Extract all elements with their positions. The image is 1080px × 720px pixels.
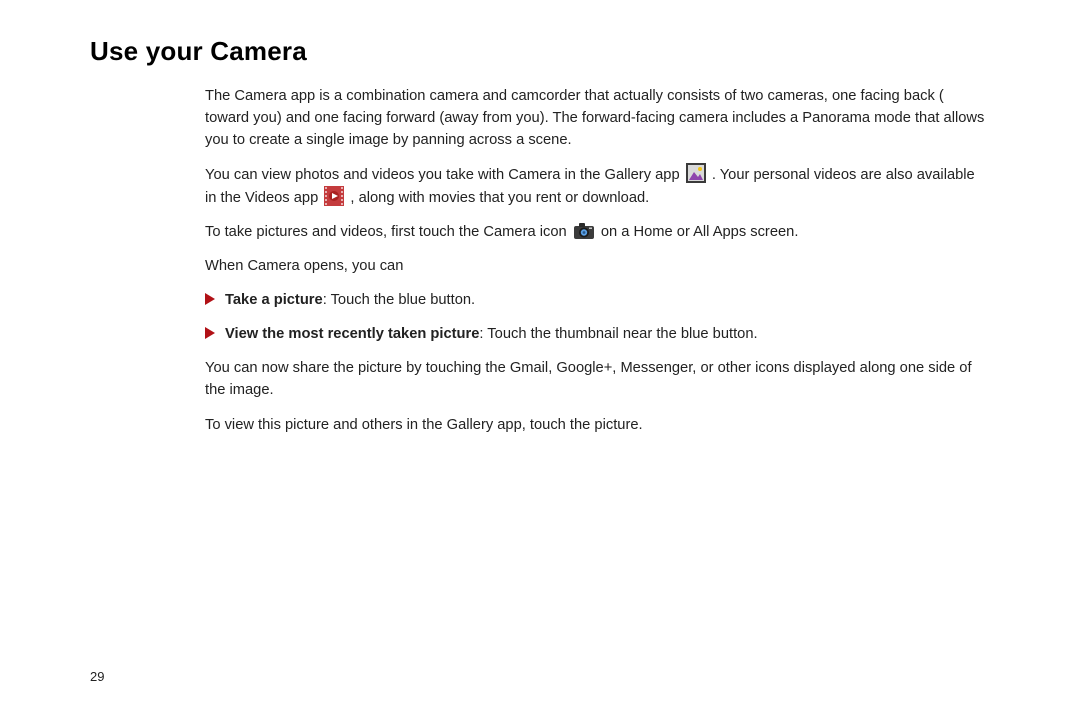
view-gallery-paragraph: To view this picture and others in the G… [205,414,990,436]
bullet-rest: : Touch the blue button. [323,292,475,308]
bullet-bold: View the most recently taken picture [225,326,479,342]
when-opens-paragraph: When Camera opens, you can [205,255,990,277]
intro-paragraph: The Camera app is a combination camera a… [205,85,990,151]
videos-app-icon [324,186,344,206]
camera-launch-paragraph: To take pictures and videos, first touch… [205,221,990,243]
p2c: , along with movies that you rent or dow… [350,190,649,206]
bullet-text: Take a picture: Touch the blue button. [225,289,990,311]
p3a: To take pictures and videos, first touch… [205,224,571,240]
gallery-app-icon [686,163,706,183]
page-title: Use your Camera [90,36,990,67]
bullet-bold: Take a picture [225,292,323,308]
bullet-arrow-icon [205,327,215,339]
bullet-view-recent: View the most recently taken picture: To… [205,323,990,345]
p2a: You can view photos and videos you take … [205,167,684,183]
camera-app-icon [573,222,595,240]
gallery-videos-paragraph: You can view photos and videos you take … [205,163,990,209]
bullet-take-picture: Take a picture: Touch the blue button. [205,289,990,311]
bullet-text: View the most recently taken picture: To… [225,323,990,345]
share-paragraph: You can now share the picture by touchin… [205,357,990,401]
bullet-arrow-icon [205,293,215,305]
page: Use your Camera The Camera app is a comb… [0,0,1080,720]
bullet-rest: : Touch the thumbnail near the blue butt… [479,326,757,342]
body-text: The Camera app is a combination camera a… [205,85,990,436]
page-number: 29 [90,669,104,684]
p3b: on a Home or All Apps screen. [601,224,799,240]
